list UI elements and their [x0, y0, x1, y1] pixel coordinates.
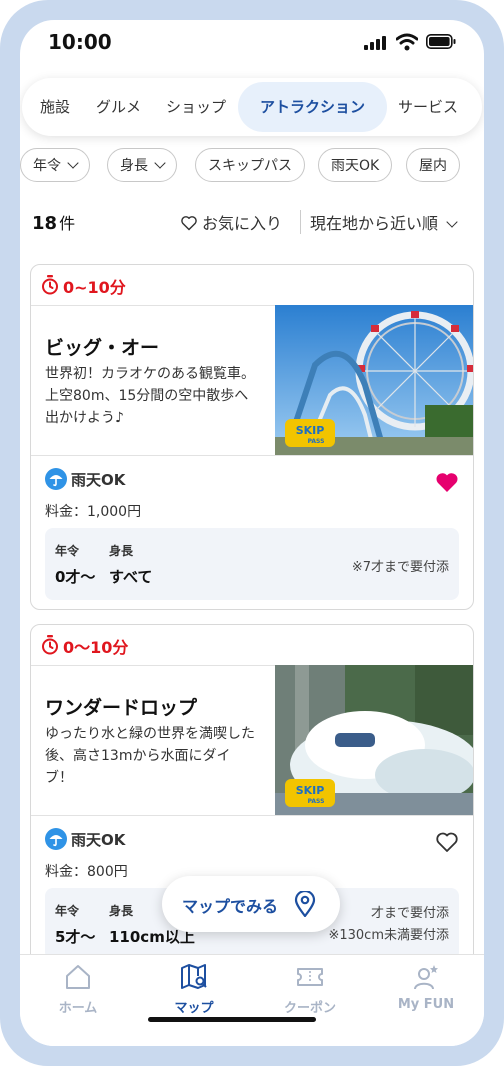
map-pin-icon: [294, 891, 316, 917]
tab-gourmet[interactable]: グルメ: [96, 78, 141, 136]
filter-height-label: 身長: [120, 158, 148, 174]
age-header: 年令: [55, 544, 80, 558]
attraction-image[interactable]: SKIP PASS: [275, 305, 473, 455]
nav-coupon-label: クーポン: [283, 1001, 336, 1016]
home-indicator: [148, 1017, 316, 1022]
height-header: 身長: [109, 544, 134, 558]
favorites-filter[interactable]: お気に入り: [180, 210, 282, 234]
filter-age[interactable]: 年令: [20, 148, 90, 182]
attraction-title[interactable]: ワンダードロップ: [45, 693, 197, 720]
svg-text:PASS: PASS: [308, 798, 325, 805]
wait-time-row: 0〜10分: [31, 625, 473, 666]
timer-icon: [42, 275, 58, 295]
height-value: すべて: [109, 568, 153, 586]
bottom-nav: ホーム マップ クーポン My FUN: [20, 954, 484, 1046]
result-count: 18 件: [32, 210, 75, 234]
tab-attractions[interactable]: アトラクション: [238, 82, 388, 132]
map-icon: [181, 964, 207, 989]
nav-home-label: ホーム: [58, 1001, 98, 1016]
attraction-description: ゆったり水と緑の世界を満喫した後、高さ13mから水面にダイブ！: [45, 726, 255, 786]
result-count-unit: 件: [59, 214, 76, 233]
view-map-label: マップでみる: [182, 897, 279, 916]
attraction-title[interactable]: ビッグ・オー: [45, 333, 159, 360]
tab-shop[interactable]: ショップ: [166, 78, 226, 136]
tab-services[interactable]: サービス: [398, 78, 458, 136]
attraction-image[interactable]: SKIP PASS: [275, 665, 473, 815]
filter-rain-ok[interactable]: 雨天OK: [318, 148, 393, 182]
attraction-fee: 料金：1,000円: [45, 504, 142, 520]
requirement-note: ※7才まで要付添: [351, 560, 449, 575]
nav-my-fun[interactable]: My FUN: [368, 963, 484, 1023]
requirement-note: ※130cm未満要付添: [328, 928, 449, 943]
filter-skip-pass[interactable]: スキップパス: [195, 148, 305, 182]
age-value: 0才〜: [55, 568, 96, 586]
requirements-box: 年令 身長 0才〜 すべて ※7才まで要付添: [45, 528, 459, 600]
battery-icon: [426, 34, 456, 49]
category-tabs: 施設 グルメ ショップ アトラクション サービス: [22, 78, 482, 136]
nav-home[interactable]: ホーム: [20, 963, 136, 1023]
weather-label: 雨天OK: [71, 471, 126, 489]
divider: [300, 210, 301, 234]
wifi-icon: [396, 33, 418, 51]
nav-map[interactable]: マップ: [136, 963, 252, 1023]
status-time: 10:00: [48, 30, 112, 54]
attraction-description: 世界初！カラオケのある観覧車。上空80m、15分間の空中散歩へ出かけよう♪: [45, 366, 255, 426]
height-header: 身長: [109, 904, 134, 918]
divider: [31, 815, 473, 816]
svg-text:SKIP: SKIP: [296, 784, 325, 797]
svg-text:PASS: PASS: [308, 438, 325, 445]
wait-time: 0〜10分: [63, 638, 129, 657]
chevron-down-icon: [446, 216, 458, 228]
skip-pass-badge: SKIP PASS: [285, 419, 335, 447]
filter-height[interactable]: 身長: [107, 148, 177, 182]
heart-outline-icon[interactable]: [435, 831, 459, 853]
result-count-value: 18: [32, 213, 58, 234]
divider: [31, 455, 473, 456]
heart-outline-icon: [181, 216, 197, 231]
app-screen: 10:00 施設 グルメ ショップ アトラクション サービス 年令 身長 スキッ…: [20, 20, 484, 1046]
heart-filled-icon[interactable]: [435, 471, 459, 493]
view-map-button[interactable]: マップでみる: [162, 876, 340, 932]
user-star-icon: [414, 965, 438, 990]
wait-time: 0~10分: [63, 278, 126, 297]
status-bar: 10:00: [20, 20, 484, 68]
device-frame: 10:00 施設 グルメ ショップ アトラクション サービス 年令 身長 スキッ…: [0, 0, 504, 1066]
age-value: 5才〜: [55, 928, 96, 946]
coupon-icon: [297, 968, 323, 986]
attraction-fee: 料金：800円: [45, 864, 128, 880]
umbrella-icon: [45, 828, 67, 850]
weather-label: 雨天OK: [71, 831, 126, 849]
umbrella-icon: [45, 468, 67, 490]
signal-icon: [364, 36, 386, 50]
nav-my-fun-label: My FUN: [397, 997, 455, 1012]
requirement-note: 才まで要付添: [370, 906, 449, 921]
wait-time-row: 0~10分: [31, 265, 473, 306]
filter-indoor[interactable]: 屋内: [406, 148, 460, 182]
sort-label: 現在地から近い順: [310, 214, 439, 233]
skip-pass-badge: SKIP PASS: [285, 779, 335, 807]
home-icon: [66, 965, 90, 989]
age-header: 年令: [55, 904, 80, 918]
svg-text:SKIP: SKIP: [296, 424, 325, 437]
favorites-label: お気に入り: [202, 214, 283, 233]
tab-facilities[interactable]: 施設: [40, 78, 70, 136]
timer-icon: [42, 635, 58, 655]
sort-select[interactable]: 現在地から近い順: [310, 210, 458, 234]
filter-age-label: 年令: [33, 158, 61, 174]
chevron-down-icon: [154, 157, 166, 169]
attraction-card[interactable]: 0~10分 ビッグ・オー 世界初！カラオケのある観覧車。上空80m、15分間の空…: [30, 264, 474, 610]
nav-map-label: マップ: [174, 1001, 214, 1016]
nav-coupon[interactable]: クーポン: [252, 963, 368, 1023]
chevron-down-icon: [67, 157, 79, 169]
